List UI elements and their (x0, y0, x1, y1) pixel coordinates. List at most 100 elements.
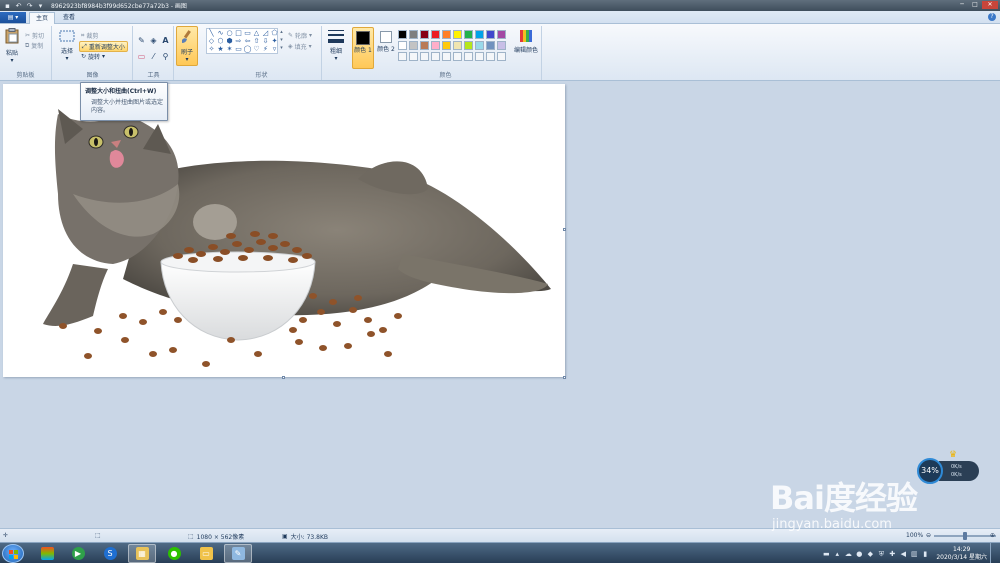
zoom-out-button[interactable]: ⊖ (926, 532, 931, 539)
zoom-slider-thumb[interactable] (963, 532, 967, 540)
custom-color-slot[interactable] (398, 52, 407, 61)
palette-swatch[interactable] (497, 41, 506, 50)
shape-option[interactable]: ✦ (270, 37, 279, 45)
network-icon[interactable]: ▥ (910, 550, 918, 558)
shape-option[interactable]: ⇦ (243, 37, 252, 45)
edit-colors-button[interactable]: 编辑颜色 (512, 29, 540, 54)
shape-option[interactable]: ⇧ (252, 37, 261, 45)
color2-button[interactable]: 颜色 2 (376, 27, 396, 69)
custom-color-slot[interactable] (475, 52, 484, 61)
cloud-icon[interactable]: ☁ (844, 550, 852, 558)
resize-handle-right[interactable] (563, 228, 566, 231)
text-tool-icon[interactable]: A (161, 36, 170, 45)
shape-option[interactable]: ★ (216, 45, 225, 53)
custom-color-slot[interactable] (497, 52, 506, 61)
help-icon[interactable]: ? (988, 13, 996, 21)
shape-option[interactable]: ◯ (243, 45, 252, 53)
shape-option[interactable]: ✶ (225, 45, 234, 53)
custom-color-slot[interactable] (420, 52, 429, 61)
palette-swatch[interactable] (442, 41, 451, 50)
wechat-tray-icon[interactable]: ● (855, 550, 863, 558)
color-picker-icon[interactable]: ⁄ (149, 52, 158, 61)
custom-color-slot[interactable] (409, 52, 418, 61)
shape-option[interactable]: ⇨ (234, 37, 243, 45)
taskbar-ie[interactable] (33, 544, 61, 563)
minimize-button[interactable]: ─ (956, 1, 968, 9)
shape-option[interactable]: ∿ (216, 29, 225, 37)
antivirus-icon[interactable]: ✚ (888, 550, 896, 558)
clock[interactable]: 14:29 2020/3/14 星期六 (936, 546, 987, 562)
show-desktop-button[interactable] (990, 543, 996, 563)
shape-option[interactable]: ▭ (243, 29, 252, 37)
custom-color-slot[interactable] (486, 52, 495, 61)
shape-option[interactable]: ♡ (252, 45, 261, 53)
power-icon[interactable]: ▮ (921, 550, 929, 558)
palette-swatch[interactable] (431, 30, 440, 39)
shape-option[interactable]: △ (252, 29, 261, 37)
keyboard-icon[interactable]: ▬ (822, 550, 830, 558)
palette-swatch[interactable] (431, 41, 440, 50)
shape-option[interactable]: ⬡ (216, 37, 225, 45)
paste-button[interactable]: 粘贴 ▾ (3, 28, 21, 64)
custom-color-slot[interactable] (464, 52, 473, 61)
outline-button[interactable]: ✎ 轮廓 ▾ (288, 31, 312, 40)
shape-option[interactable]: ▿ (270, 45, 279, 53)
security-icon[interactable]: ◆ (866, 550, 874, 558)
pencil-icon[interactable]: ✎ (137, 36, 146, 45)
custom-color-slot[interactable] (453, 52, 462, 61)
shape-option[interactable]: ▭ (234, 45, 243, 53)
color1-button[interactable]: 颜色 1 (352, 27, 374, 69)
volume-icon[interactable]: ◀ (899, 550, 907, 558)
resize-button[interactable]: ⤢ 重新调整大小 (79, 41, 128, 52)
palette-swatch[interactable] (486, 41, 495, 50)
start-button[interactable] (2, 544, 24, 563)
taskbar-paint[interactable]: ✎ (224, 544, 252, 563)
palette-swatch[interactable] (497, 30, 506, 39)
file-menu-button[interactable]: ▤ ▾ (0, 12, 26, 23)
image-canvas[interactable] (3, 84, 565, 377)
select-button[interactable]: 选择 ▾ (57, 30, 77, 62)
canvas-workspace[interactable] (0, 81, 1000, 528)
shape-option[interactable]: ✧ (207, 45, 216, 53)
palette-swatch[interactable] (464, 30, 473, 39)
palette-swatch[interactable] (464, 41, 473, 50)
palette-swatch[interactable] (442, 30, 451, 39)
resize-handle-corner[interactable] (563, 376, 566, 379)
custom-color-slot[interactable] (442, 52, 451, 61)
tab-home[interactable]: 主页 (29, 12, 56, 24)
palette-swatch[interactable] (475, 30, 484, 39)
shape-option[interactable]: ⚡ (261, 45, 270, 53)
palette-swatch[interactable] (420, 41, 429, 50)
taskbar-paint-active[interactable]: ▦ (128, 544, 156, 563)
shield-icon[interactable]: ⛨ (877, 550, 885, 558)
palette-swatch[interactable] (453, 41, 462, 50)
maximize-button[interactable]: □ (969, 1, 981, 9)
close-button[interactable]: ✕ (982, 1, 998, 9)
palette-swatch[interactable] (420, 30, 429, 39)
shapes-gallery-scroll[interactable]: ▴ ▾ ▾ (279, 28, 284, 54)
resize-handle-bottom[interactable] (282, 376, 285, 379)
taskbar-media-player[interactable]: ▶ (64, 544, 92, 563)
taskbar-wechat[interactable]: ● (160, 544, 188, 563)
zoom-in-button[interactable]: ⊕ (990, 532, 995, 539)
tab-view[interactable]: 查看 (57, 12, 81, 24)
palette-swatch[interactable] (398, 41, 407, 50)
shapes-gallery[interactable]: ╲ ∿ ○ □ ▭ △ ◿ ⬠ ◇ ⬡ ⬢ ⇨ ⇦ ⇧ ⇩ ✦ ✧ ★ ✶ ▭ ◯ ♡ ⚡ ▿ (206, 28, 278, 54)
size-button[interactable]: 粗细 ▾ (325, 26, 347, 68)
redo-icon[interactable]: ↷ (25, 2, 34, 10)
cut-button[interactable]: ✂ 剪切 (25, 31, 44, 40)
custom-color-slot[interactable] (431, 52, 440, 61)
copy-button[interactable]: ⧉ 复制 (25, 41, 43, 51)
eraser-icon[interactable]: ▭ (137, 52, 146, 61)
fill-bucket-icon[interactable]: ◈ (149, 36, 158, 45)
rotate-button[interactable]: ↻ 旋转 ▾ (81, 52, 105, 61)
taskbar-sogou[interactable]: S (96, 544, 124, 563)
palette-swatch[interactable] (475, 41, 484, 50)
palette-swatch[interactable] (486, 30, 495, 39)
shape-option[interactable]: ⇩ (261, 37, 270, 45)
shape-option[interactable]: □ (234, 29, 243, 37)
shape-option[interactable]: ◇ (207, 37, 216, 45)
brushes-button[interactable]: 刷子 ▾ (176, 26, 198, 66)
shape-option[interactable]: ◿ (261, 29, 270, 37)
save-icon[interactable]: ▪ (3, 2, 12, 10)
